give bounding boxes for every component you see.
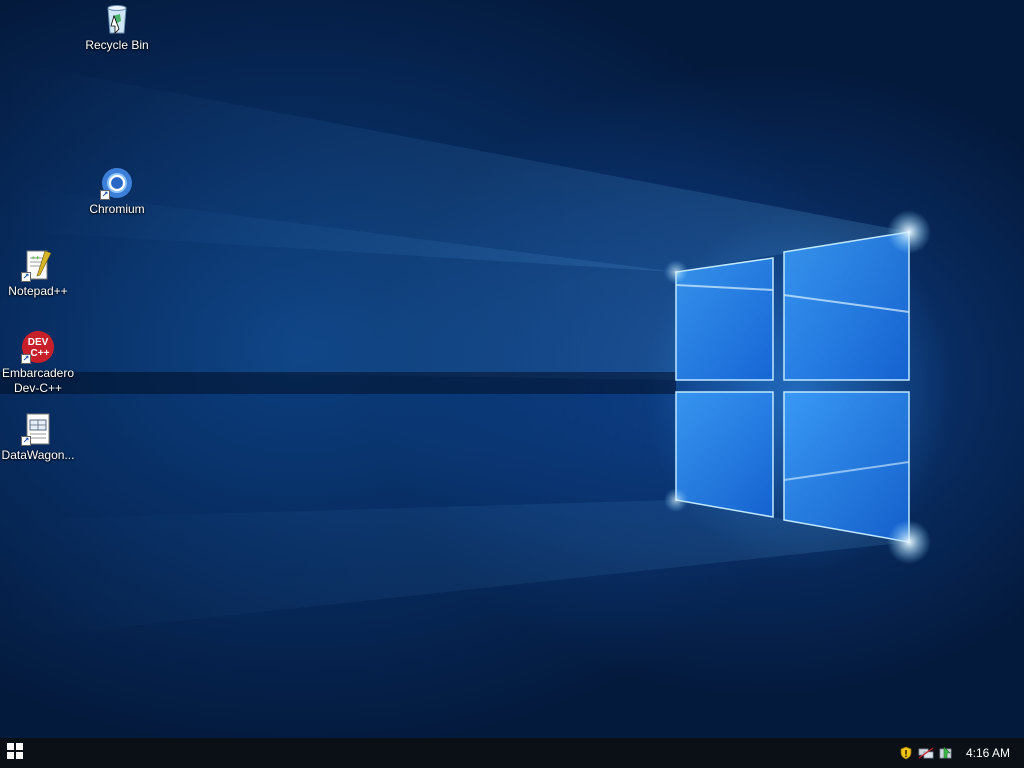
- desktop-icon-chromium[interactable]: ↗ Chromium: [77, 166, 157, 217]
- security-shield-icon[interactable]: [898, 745, 914, 761]
- update-icon[interactable]: [938, 745, 954, 761]
- desktop-icon-notepad-plus-plus[interactable]: ++ ↗ Notepad++: [0, 248, 78, 299]
- dev-cpp-badge-top: DEV: [28, 337, 49, 348]
- dev-cpp-icon: DEV C++ ↗: [21, 330, 55, 364]
- notepad-plus-plus-icon: ++ ↗: [21, 248, 55, 282]
- shortcut-arrow-icon: ↗: [21, 436, 31, 446]
- datawagon-icon: ↗: [21, 412, 55, 446]
- windows-logo-icon: [7, 742, 23, 764]
- desktop-icon-label: Notepad++: [8, 284, 68, 298]
- desktop-icon-datawagon[interactable]: ↗ DataWagon...: [0, 412, 78, 463]
- desktop-icon-recycle-bin[interactable]: Recycle Bin: [77, 2, 157, 53]
- dev-cpp-badge-bottom: C++: [31, 348, 50, 359]
- taskbar-clock[interactable]: 4:16 AM: [966, 746, 1010, 760]
- svg-text:++: ++: [31, 254, 39, 262]
- chromium-icon: ↗: [100, 166, 134, 200]
- recycle-bin-icon: [100, 2, 134, 36]
- desktop-icon-label: Recycle Bin: [85, 38, 149, 52]
- start-button[interactable]: [0, 738, 30, 768]
- shortcut-arrow-icon: ↗: [21, 272, 31, 282]
- network-icon[interactable]: [918, 745, 934, 761]
- system-tray: 4:16 AM: [898, 738, 1024, 768]
- desktop-icon-dev-cpp[interactable]: DEV C++ ↗ Embarcadero Dev-C++: [0, 330, 78, 396]
- wallpaper: [0, 60, 931, 640]
- taskbar: 4:16 AM: [0, 738, 1024, 768]
- shortcut-arrow-icon: ↗: [21, 354, 31, 364]
- desktop-icon-label: Embarcadero Dev-C++: [1, 366, 75, 395]
- desktop-icon-label: Chromium: [89, 202, 145, 216]
- desktop[interactable]: Recycle Bin ↗ Chromium ++ ↗ Notepad++ DE…: [0, 0, 1024, 738]
- shortcut-arrow-icon: ↗: [100, 190, 110, 200]
- desktop-icon-label: DataWagon...: [1, 448, 75, 462]
